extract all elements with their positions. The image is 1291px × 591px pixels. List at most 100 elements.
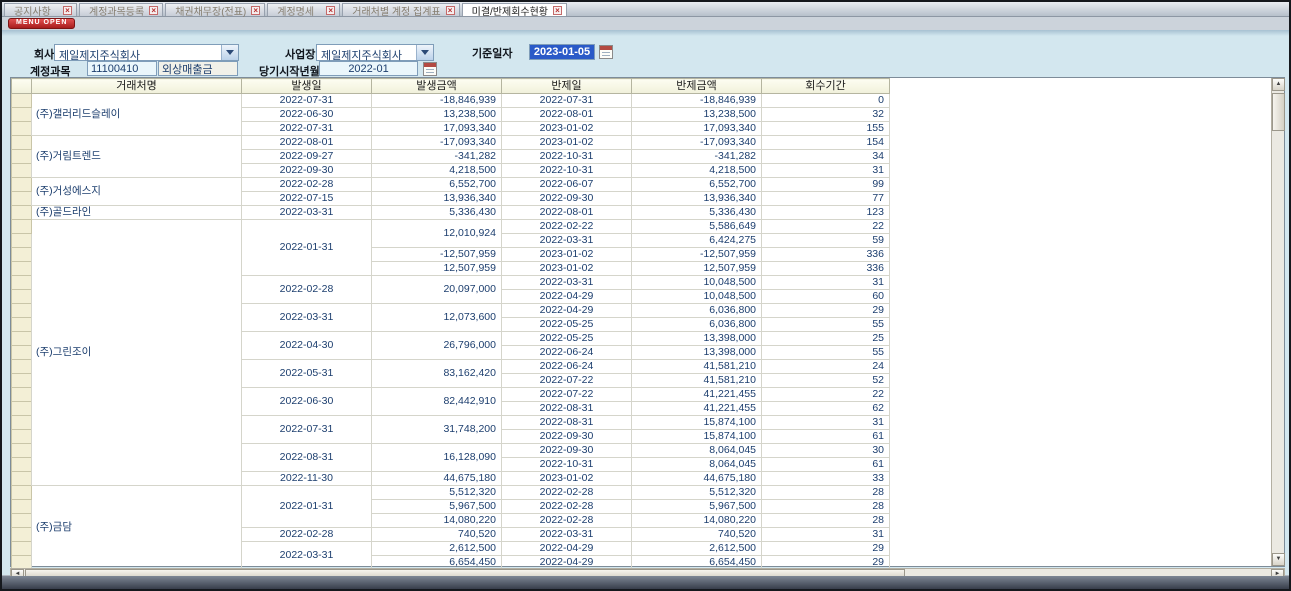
row-selector[interactable] (12, 486, 32, 500)
cell-occur-amount[interactable]: 2,612,500 (372, 542, 502, 556)
cell-settle-amount[interactable]: -341,282 (632, 150, 762, 164)
cell-settle-amount[interactable]: 10,048,500 (632, 276, 762, 290)
row-selector[interactable] (12, 290, 32, 304)
cell-settle-amount[interactable]: 6,036,800 (632, 304, 762, 318)
cell-collect-days[interactable]: 31 (762, 528, 890, 542)
cell-settle-date[interactable]: 2022-02-28 (502, 486, 632, 500)
cell-settle-amount[interactable]: -17,093,340 (632, 136, 762, 150)
cell-occur-amount[interactable]: 5,967,500 (372, 500, 502, 514)
row-selector[interactable] (12, 542, 32, 556)
cell-settle-date[interactable]: 2022-09-30 (502, 192, 632, 206)
cell-collect-days[interactable]: 28 (762, 500, 890, 514)
row-selector[interactable] (12, 122, 32, 136)
cell-occur-amount[interactable]: 6,552,700 (372, 178, 502, 192)
tab-5[interactable]: 거래처별 계정 집계표× (342, 3, 459, 16)
cell-customer[interactable]: (주)금담 (32, 486, 242, 570)
cell-settle-amount[interactable]: 14,080,220 (632, 514, 762, 528)
cell-settle-amount[interactable]: 13,238,500 (632, 108, 762, 122)
cell-settle-amount[interactable]: 44,675,180 (632, 472, 762, 486)
cell-occur-amount[interactable]: 4,218,500 (372, 164, 502, 178)
row-selector[interactable] (12, 178, 32, 192)
cell-settle-date[interactable]: 2023-01-02 (502, 262, 632, 276)
cell-settle-date[interactable]: 2022-09-30 (502, 430, 632, 444)
cell-occur-amount[interactable]: 12,073,600 (372, 304, 502, 332)
row-selector[interactable] (12, 402, 32, 416)
cell-settle-date[interactable]: 2023-01-02 (502, 136, 632, 150)
row-selector[interactable] (12, 346, 32, 360)
cell-occur-amount[interactable]: 13,936,340 (372, 192, 502, 206)
cell-settle-amount[interactable]: 6,424,275 (632, 234, 762, 248)
cell-settle-amount[interactable]: -18,846,939 (632, 94, 762, 108)
cell-settle-amount[interactable]: 13,398,000 (632, 332, 762, 346)
cell-collect-days[interactable]: 30 (762, 444, 890, 458)
row-selector[interactable] (12, 332, 32, 346)
cell-occur-amount[interactable]: 26,796,000 (372, 332, 502, 360)
cell-occur-amount[interactable]: -17,093,340 (372, 136, 502, 150)
cell-occur-date[interactable]: 2022-05-31 (242, 360, 372, 388)
cell-occur-amount[interactable]: 5,336,430 (372, 206, 502, 220)
row-selector[interactable] (12, 444, 32, 458)
tab-close-icon[interactable]: × (251, 6, 260, 15)
cell-settle-date[interactable]: 2022-04-29 (502, 304, 632, 318)
cell-settle-amount[interactable]: 5,586,649 (632, 220, 762, 234)
cell-occur-amount[interactable]: 82,442,910 (372, 388, 502, 416)
cell-occur-date[interactable]: 2022-04-30 (242, 332, 372, 360)
cell-collect-days[interactable]: 61 (762, 430, 890, 444)
cell-settle-date[interactable]: 2022-03-31 (502, 234, 632, 248)
row-selector[interactable] (12, 150, 32, 164)
scroll-up-icon[interactable]: ▲ (1272, 78, 1285, 91)
tab-4[interactable]: 계정명세× (267, 3, 340, 16)
cell-collect-days[interactable]: 28 (762, 486, 890, 500)
vertical-scroll-thumb[interactable] (1272, 93, 1285, 131)
chevron-down-icon[interactable] (416, 45, 433, 60)
cell-occur-date[interactable]: 2022-07-15 (242, 192, 372, 206)
cell-settle-date[interactable]: 2022-08-31 (502, 416, 632, 430)
cell-settle-date[interactable]: 2022-08-01 (502, 206, 632, 220)
row-selector[interactable] (12, 458, 32, 472)
row-selector[interactable] (12, 374, 32, 388)
cell-settle-date[interactable]: 2022-09-30 (502, 444, 632, 458)
tab-3[interactable]: 채권채무장(전표)× (165, 3, 265, 16)
cell-collect-days[interactable]: 32 (762, 108, 890, 122)
start-month-input[interactable] (319, 61, 418, 76)
cell-settle-date[interactable]: 2022-06-07 (502, 178, 632, 192)
cell-occur-amount[interactable]: 12,010,924 (372, 220, 502, 248)
cell-settle-amount[interactable]: 5,967,500 (632, 500, 762, 514)
cell-settle-date[interactable]: 2022-04-29 (502, 290, 632, 304)
cell-collect-days[interactable]: 55 (762, 318, 890, 332)
cell-settle-amount[interactable]: 8,064,045 (632, 444, 762, 458)
cell-occur-amount[interactable]: 12,507,959 (372, 262, 502, 276)
cell-customer[interactable]: (주)거성에스지 (32, 178, 242, 206)
tab-close-icon[interactable]: × (446, 6, 455, 15)
cell-occur-date[interactable]: 2022-03-31 (242, 542, 372, 570)
cell-collect-days[interactable]: 33 (762, 472, 890, 486)
cell-collect-days[interactable]: 29 (762, 304, 890, 318)
cell-settle-date[interactable]: 2023-01-02 (502, 122, 632, 136)
cell-collect-days[interactable]: 24 (762, 360, 890, 374)
cell-settle-amount[interactable]: 6,552,700 (632, 178, 762, 192)
cell-occur-date[interactable]: 2022-03-31 (242, 304, 372, 332)
cell-collect-days[interactable]: 22 (762, 220, 890, 234)
row-selector[interactable] (12, 94, 32, 108)
row-selector[interactable] (12, 248, 32, 262)
cell-occur-date[interactable]: 2022-08-01 (242, 136, 372, 150)
cell-collect-days[interactable]: 154 (762, 136, 890, 150)
cell-collect-days[interactable]: 61 (762, 458, 890, 472)
cell-settle-date[interactable]: 2022-06-24 (502, 360, 632, 374)
row-selector[interactable] (12, 472, 32, 486)
cell-settle-date[interactable]: 2022-05-25 (502, 332, 632, 346)
cell-collect-days[interactable]: 59 (762, 234, 890, 248)
cell-occur-date[interactable]: 2022-09-30 (242, 164, 372, 178)
cell-occur-amount[interactable]: 16,128,090 (372, 444, 502, 472)
cell-occur-date[interactable]: 2022-02-28 (242, 178, 372, 192)
row-selector[interactable] (12, 136, 32, 150)
row-selector[interactable] (12, 192, 32, 206)
row-selector[interactable] (12, 318, 32, 332)
cell-settle-amount[interactable]: 17,093,340 (632, 122, 762, 136)
tab-close-icon[interactable]: × (63, 6, 72, 15)
cell-occur-date[interactable]: 2022-08-31 (242, 444, 372, 472)
cell-settle-amount[interactable]: 41,581,210 (632, 360, 762, 374)
cell-occur-amount[interactable]: 20,097,000 (372, 276, 502, 304)
cell-occur-amount[interactable]: -341,282 (372, 150, 502, 164)
cell-settle-date[interactable]: 2022-10-31 (502, 458, 632, 472)
